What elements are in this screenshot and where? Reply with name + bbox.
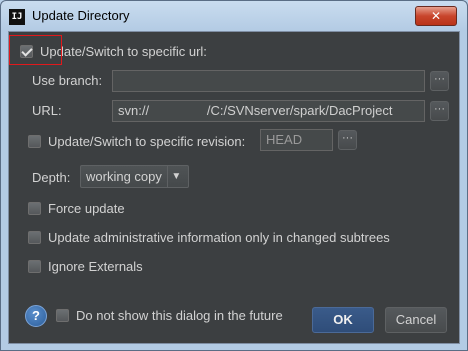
force-update-label: Force update bbox=[48, 201, 125, 216]
update-admin-checkbox[interactable] bbox=[28, 231, 41, 244]
update-admin-label: Update administrative information only i… bbox=[48, 230, 390, 245]
switch-url-option[interactable]: Update/Switch to specific url: bbox=[20, 44, 207, 59]
depth-value: working copy bbox=[86, 169, 162, 184]
switch-revision-label: Update/Switch to specific revision: bbox=[48, 134, 246, 149]
revision-input[interactable]: HEAD bbox=[260, 129, 333, 151]
close-icon: ✕ bbox=[430, 9, 442, 23]
switch-url-label: Update/Switch to specific url: bbox=[40, 44, 207, 59]
dropdown-arrow-icon: ▼ bbox=[166, 166, 185, 187]
help-button[interactable]: ? bbox=[25, 305, 47, 327]
switch-url-checkbox[interactable] bbox=[20, 45, 33, 58]
browse-icon: ··· bbox=[342, 132, 353, 144]
branch-browse-button[interactable]: ··· bbox=[430, 71, 449, 91]
ignore-externals-checkbox[interactable] bbox=[28, 260, 41, 273]
help-icon: ? bbox=[32, 308, 40, 323]
switch-revision-checkbox[interactable] bbox=[28, 135, 41, 148]
ok-button[interactable]: OK bbox=[312, 307, 374, 333]
dialog-title: Update Directory bbox=[32, 8, 130, 23]
use-branch-label: Use branch: bbox=[32, 73, 103, 88]
force-update-option[interactable]: Force update bbox=[28, 201, 125, 216]
force-update-checkbox[interactable] bbox=[28, 202, 41, 215]
title-bar[interactable]: IJ Update Directory ✕ bbox=[1, 1, 467, 31]
switch-revision-option[interactable]: Update/Switch to specific revision: bbox=[28, 134, 245, 149]
ignore-externals-label: Ignore Externals bbox=[48, 259, 143, 274]
dialog-window: IJ Update Directory ✕ Update/Switch to s… bbox=[0, 0, 468, 351]
dialog-content: Update/Switch to specific url: Use branc… bbox=[8, 31, 460, 344]
cancel-button[interactable]: Cancel bbox=[385, 307, 447, 333]
intellij-app-icon: IJ bbox=[9, 9, 25, 25]
use-branch-input[interactable] bbox=[112, 70, 425, 92]
url-label: URL: bbox=[32, 103, 62, 118]
url-browse-button[interactable]: ··· bbox=[430, 101, 449, 121]
browse-icon: ··· bbox=[434, 103, 445, 115]
close-button[interactable]: ✕ bbox=[415, 6, 457, 26]
browse-icon: ··· bbox=[434, 73, 445, 85]
ignore-externals-option[interactable]: Ignore Externals bbox=[28, 259, 143, 274]
do-not-show-option[interactable]: Do not show this dialog in the future bbox=[56, 308, 283, 323]
do-not-show-label: Do not show this dialog in the future bbox=[76, 308, 283, 323]
update-admin-option[interactable]: Update administrative information only i… bbox=[28, 230, 390, 245]
do-not-show-checkbox[interactable] bbox=[56, 309, 69, 322]
revision-browse-button[interactable]: ··· bbox=[338, 130, 357, 150]
url-input[interactable]: svn:// /C:/SVNserver/spark/DacProject bbox=[112, 100, 425, 122]
depth-label: Depth: bbox=[32, 170, 71, 185]
depth-select[interactable]: working copy ▼ bbox=[80, 165, 189, 188]
